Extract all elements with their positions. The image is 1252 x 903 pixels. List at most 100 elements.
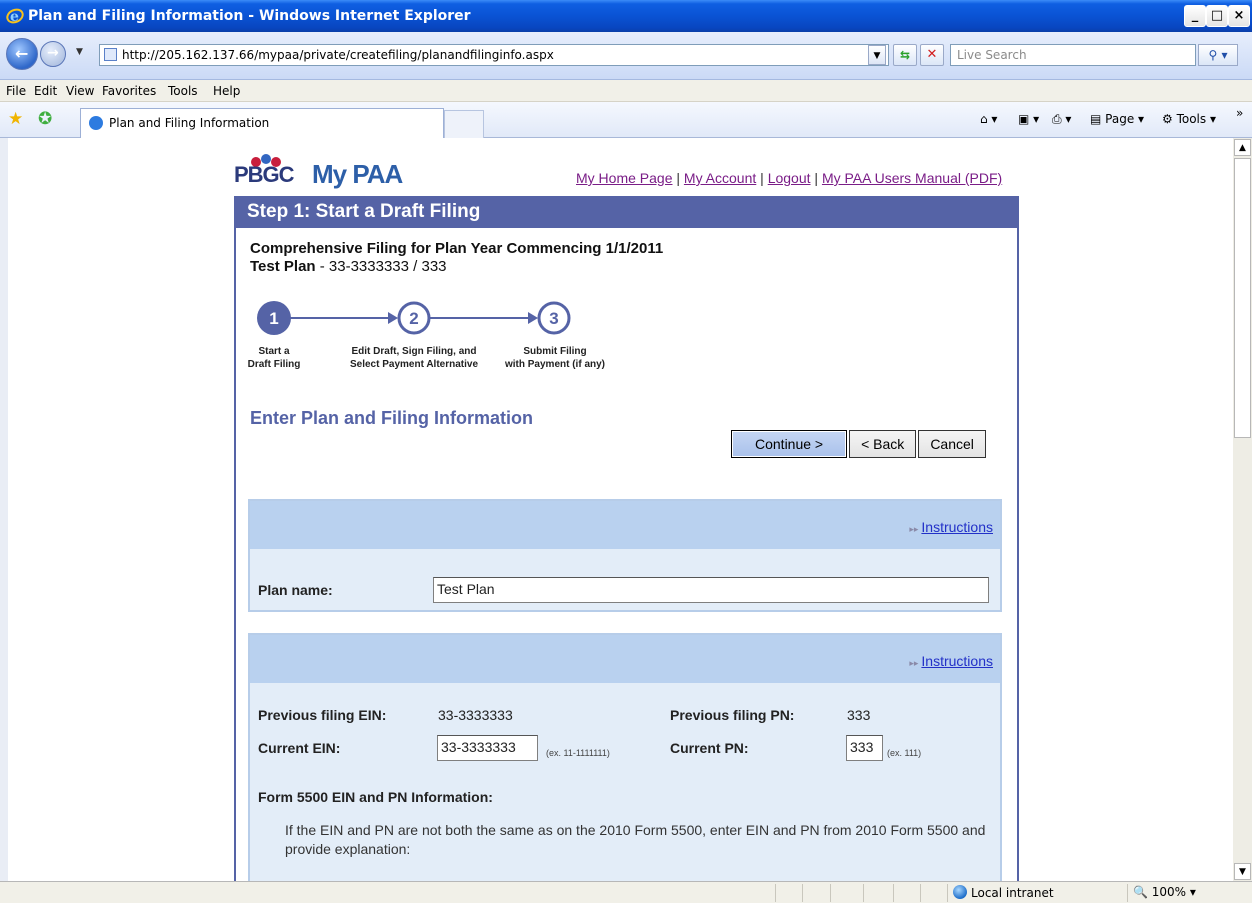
search-button[interactable]: ⚲ ▾ <box>1198 44 1238 66</box>
plan-name-input[interactable]: Test Plan <box>433 577 989 603</box>
logo-mypaa-text: My PAA <box>312 159 403 189</box>
step-2-label: Edit Draft, Sign Filing, and Select Paym… <box>344 345 484 371</box>
pbgc-logo: PBGC My PAA <box>234 150 434 194</box>
tools-menu-button[interactable]: ⚙ Tools ▾ <box>1162 112 1216 126</box>
continue-button[interactable]: Continue > <box>731 430 848 458</box>
status-cell <box>1127 884 1128 902</box>
current-ein-input[interactable]: 33-3333333 <box>437 735 538 761</box>
plan-name-panel: ▸▸ Instructions Plan name: Test Plan <box>248 499 1002 612</box>
progress-stepper: 1 2 3 Start a Draft Filing Edit Draft, S… <box>247 298 670 382</box>
menu-view[interactable]: View <box>66 84 94 98</box>
back-button-page[interactable]: < Back <box>849 430 917 458</box>
arrow-right-icon: ▸▸ <box>909 658 919 668</box>
prev-pn-value: 333 <box>847 707 871 723</box>
forward-arrow-icon: → <box>47 45 59 61</box>
menu-tools[interactable]: Tools <box>168 84 198 98</box>
step-3-label-line2: with Payment (if any) <box>504 359 605 370</box>
instructions-link[interactable]: ▸▸ Instructions <box>909 653 993 669</box>
forward-button[interactable]: → <box>40 41 66 67</box>
zoom-control[interactable]: 🔍 100% ▾ <box>1133 885 1196 899</box>
page-viewport: PBGC My PAA My Home Page | My Account | … <box>0 138 1233 881</box>
scroll-down-button[interactable]: ▼ <box>1234 863 1251 880</box>
close-window-button[interactable]: × <box>1228 5 1250 27</box>
plan-name-text: Test Plan <box>250 258 316 275</box>
menu-edit[interactable]: Edit <box>34 84 57 98</box>
back-arrow-icon: ← <box>15 44 29 63</box>
prev-pn-label: Previous filing PN: <box>670 707 795 723</box>
my-account-link[interactable]: My Account <box>684 170 756 186</box>
maximize-button[interactable]: □ <box>1206 5 1228 27</box>
ie-logo-icon: e <box>6 7 24 29</box>
section-title: Enter Plan and Filing Information <box>250 408 534 428</box>
feeds-icon[interactable]: ▣ ▾ <box>1018 112 1039 126</box>
tab-plan-and-filing[interactable]: Plan and Filing Information <box>80 108 444 138</box>
scroll-up-button[interactable]: ▲ <box>1234 139 1251 156</box>
tab-label: Plan and Filing Information <box>109 116 270 130</box>
minimize-button[interactable]: _ <box>1184 5 1206 27</box>
new-tab-button[interactable] <box>444 110 484 138</box>
step-2-number: 2 <box>409 309 418 328</box>
users-manual-link[interactable]: My PAA Users Manual (PDF) <box>822 170 1002 186</box>
step-3-label-line1: Submit Filing <box>523 346 587 357</box>
refresh-button[interactable]: ⇆ <box>893 44 917 66</box>
status-cell <box>830 884 831 902</box>
step-1-label-line2: Draft Filing <box>247 359 301 370</box>
address-dropdown-button[interactable]: ▼ <box>868 45 886 65</box>
step-2-label-line1: Edit Draft, Sign Filing, and <box>351 346 477 357</box>
favorites-star-icon[interactable]: ★ <box>8 109 23 129</box>
menu-help[interactable]: Help <box>213 84 240 98</box>
current-pn-hint: (ex. 111) <box>887 748 922 758</box>
zoom-level: 100% <box>1151 885 1187 899</box>
status-cell <box>920 884 921 902</box>
search-input[interactable]: Live Search <box>950 44 1196 66</box>
menu-file[interactable]: File <box>6 84 26 98</box>
instructions-link[interactable]: ▸▸ Instructions <box>909 519 993 535</box>
action-buttons: Continue > < Back Cancel <box>731 430 988 458</box>
status-cell <box>863 884 864 902</box>
globe-icon <box>953 885 967 899</box>
address-input[interactable]: http://205.162.137.66/mypaa/private/crea… <box>99 44 889 66</box>
window-title: Plan and Filing Information - Windows In… <box>28 8 471 24</box>
back-button[interactable]: ← <box>6 38 38 70</box>
page-icon <box>104 48 117 61</box>
instructions-label: Instructions <box>921 519 993 535</box>
tab-bar: ★ ✪ Plan and Filing Information ⌂ ▾ ▣ ▾ … <box>0 102 1252 138</box>
prev-ein-value: 33-3333333 <box>438 707 513 723</box>
status-cell <box>947 884 948 902</box>
svg-text:e: e <box>10 9 19 25</box>
form-5500-instructions: If the EIN and PN are not both the same … <box>285 822 986 857</box>
vertical-scrollbar[interactable]: ▲ ▼ <box>1233 138 1252 881</box>
step-3-number: 3 <box>549 309 558 328</box>
status-cell <box>802 884 803 902</box>
step-1-label: Start a Draft Filing <box>247 345 301 371</box>
header-links: My Home Page | My Account | Logout | My … <box>576 170 1002 186</box>
print-icon[interactable]: ⎙ ▾ <box>1052 112 1071 127</box>
page-menu-button[interactable]: ▤ Page ▾ <box>1090 112 1144 126</box>
home-icon[interactable]: ⌂ ▾ <box>980 112 997 126</box>
logout-link[interactable]: Logout <box>768 170 811 186</box>
chevron-more-icon[interactable]: » <box>1236 106 1243 120</box>
add-favorite-icon[interactable]: ✪ <box>38 109 52 129</box>
status-bar: Local intranet 🔍 100% ▾ <box>0 881 1252 903</box>
form-5500-heading: Form 5500 EIN and PN Information: <box>258 789 493 805</box>
cancel-button[interactable]: Cancel <box>918 430 986 458</box>
status-cell <box>893 884 894 902</box>
window-titlebar: e Plan and Filing Information - Windows … <box>0 0 1252 32</box>
current-pn-input[interactable]: 333 <box>846 735 883 761</box>
my-home-page-link[interactable]: My Home Page <box>576 170 672 186</box>
security-zone[interactable]: Local intranet <box>953 885 1054 900</box>
panel-header: ▸▸ Instructions <box>250 635 1000 683</box>
current-ein-hint: (ex. 11-1111111) <box>546 748 610 758</box>
step-3-label: Submit Filing with Payment (if any) <box>498 345 612 371</box>
instructions-label: Instructions <box>921 653 993 669</box>
step-1-label-line1: Start a <box>258 346 290 357</box>
page-menu-label: Page <box>1105 112 1135 126</box>
link-separator: | <box>676 170 681 186</box>
menu-favorites[interactable]: Favorites <box>102 84 156 98</box>
history-dropdown-icon[interactable]: ▼ <box>76 47 83 57</box>
scroll-thumb[interactable] <box>1234 158 1251 438</box>
plan-name-label: Plan name: <box>258 582 333 598</box>
ie-page-icon <box>89 116 103 130</box>
stepper-graphic: 1 2 3 <box>257 301 571 335</box>
stop-button[interactable]: ✕ <box>920 44 944 66</box>
